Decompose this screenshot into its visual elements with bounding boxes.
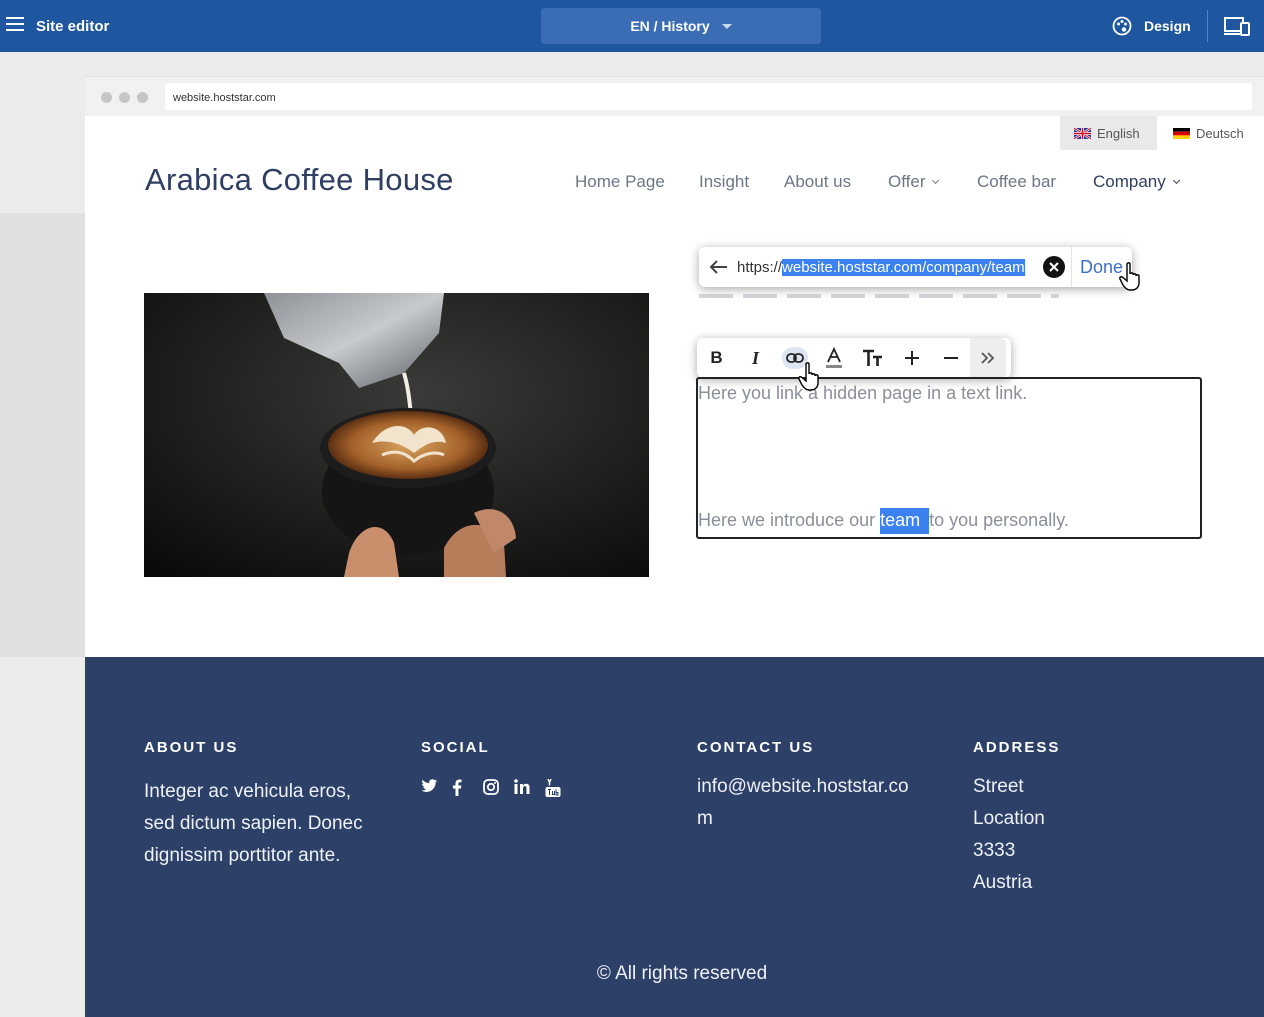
uk-flag-icon [1074,127,1091,139]
copyright: © All rights reserved [596,963,768,984]
about-text-line: dignissim porttitor ante. [144,845,341,866]
nav-company[interactable]: Company [1093,172,1180,192]
nav-insight[interactable]: Insight [699,172,749,192]
contact-heading: CONTACT US [697,739,815,756]
text-segment: Here we introduce our [698,510,881,530]
design-button[interactable]: Design [1112,16,1191,36]
text-segment: to you personally. [929,510,1069,530]
text-line: Here you link a hidden page in a text li… [698,383,1028,403]
window-dot [137,92,148,103]
address-line: 3333 [973,840,1016,861]
increase-icon[interactable] [892,338,931,378]
link-editor-popup: https://website.hoststar.com/company/tea… [699,247,1132,287]
website-page: English Deutsch Arabica Coffee House Hom… [85,116,1264,657]
nav-coffee-bar[interactable]: Coffee bar [977,172,1056,192]
site-logo[interactable]: Arabica Coffee House [145,162,454,198]
contact-email-line: info@website.hoststar.co [697,776,909,797]
more-icon[interactable] [970,338,1006,378]
address-block: Street Location 3333 Austria [973,771,1045,899]
browser-url-field: website.hoststar.com [165,83,1252,110]
language-page-label: EN / History [630,18,710,34]
design-label: Design [1144,18,1191,34]
link-url-input[interactable]: https://website.hoststar.com/company/tea… [737,258,1034,276]
contact-email-line: m [697,808,713,829]
language-deutsch[interactable]: Deutsch [1159,116,1264,150]
contact-email[interactable]: info@website.hoststar.co m [697,771,909,835]
text-size-icon[interactable] [853,338,892,378]
chevron-down-icon [932,176,940,185]
linkedin-icon[interactable] [514,779,545,797]
palette-icon [1112,16,1132,36]
nav-offer-label: Offer [888,172,926,191]
about-text: Integer ac vehicula eros, sed dictum sap… [144,776,363,872]
german-flag-icon [1173,127,1190,139]
caret-down-icon [721,23,732,29]
clear-url-icon[interactable] [1043,256,1065,278]
editor-title: Site editor [36,18,110,35]
url-selected-text: website.hoststar.com/company/team [782,258,1025,276]
divider [1071,247,1072,287]
about-text-line: sed dictum sapien. Donec [144,813,363,834]
address-heading: ADDRESS [973,739,1061,756]
window-dot [119,92,130,103]
divider [1207,10,1208,42]
browser-chrome: website.hoststar.com [85,76,1264,116]
bold-icon[interactable]: B [697,338,736,378]
link-icon[interactable] [775,338,814,378]
language-english-label: English [1097,125,1140,141]
twitter-icon[interactable] [421,779,452,797]
done-button[interactable]: Done [1080,257,1123,278]
editor-topbar: Site editor EN / History Design [0,0,1264,52]
social-heading: SOCIAL [421,739,490,756]
address-line: Street [973,776,1024,797]
hidden-text-line [699,294,1059,298]
about-heading: ABOUT US [144,739,239,756]
about-text-line: Integer ac vehicula eros, [144,781,352,802]
nav-about-us[interactable]: About us [784,172,851,192]
language-english[interactable]: English [1060,116,1157,150]
back-arrow-icon[interactable] [699,259,737,275]
text-color-icon[interactable] [814,338,853,378]
chevron-down-icon [1172,176,1180,185]
address-line: Austria [973,872,1033,893]
window-dot [101,92,112,103]
nav-offer[interactable]: Offer [888,172,940,192]
nav-company-label: Company [1093,172,1166,191]
decrease-icon[interactable] [931,338,970,378]
italic-icon[interactable]: I [736,338,775,378]
device-preview-icon[interactable] [1224,16,1250,41]
text-line: Here we introduce our team to you person… [698,508,1069,534]
language-deutsch-label: Deutsch [1196,125,1244,141]
selected-text: team [880,508,930,534]
nav-home-page[interactable]: Home Page [575,172,665,192]
url-prefix: https:// [737,258,783,276]
youtube-icon[interactable] [545,779,576,797]
language-page-selector[interactable]: EN / History [541,8,821,44]
canvas-side-panel [0,213,85,657]
editable-text-block[interactable]: Here you link a hidden page in a text li… [696,377,1202,539]
social-links [421,779,576,797]
text-format-toolbar: B I [697,338,1011,378]
hamburger-menu-icon[interactable] [6,17,24,33]
instagram-icon[interactable] [483,779,514,797]
facebook-icon[interactable] [452,779,483,797]
address-line: Location [973,808,1045,829]
site-footer: ABOUT US Integer ac vehicula eros, sed d… [85,657,1264,1017]
coffee-latte-image [144,293,649,577]
